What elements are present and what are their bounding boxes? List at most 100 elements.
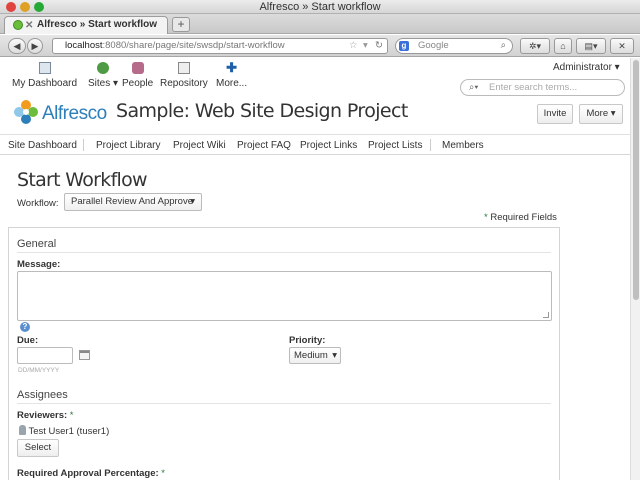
plus-icon: ✚ xyxy=(226,60,238,75)
maximize-window-button[interactable] xyxy=(34,2,44,12)
search-engine-name: Google xyxy=(418,40,449,51)
chevron-down-icon: ▾ xyxy=(611,62,620,73)
tools-button[interactable]: ✕ xyxy=(610,38,634,54)
bookmarks-button[interactable]: ▤▾ xyxy=(576,38,606,54)
section-divider xyxy=(17,403,551,404)
site-more-label: More xyxy=(586,108,609,119)
nav-divider xyxy=(83,139,84,151)
page-title: Start Workflow xyxy=(17,169,148,191)
reload-icon[interactable]: ↻ xyxy=(375,39,383,53)
window-titlebar: Alfresco » Start workflow xyxy=(0,0,640,14)
alfresco-flower-icon xyxy=(14,100,38,124)
forward-button[interactable]: ▶ xyxy=(27,38,43,54)
priority-label: Priority: xyxy=(289,335,326,346)
chevron-down-icon: ▾ xyxy=(110,78,119,89)
nav-my-dashboard-label: My Dashboard xyxy=(12,78,78,89)
nav-divider xyxy=(430,139,431,151)
google-icon: g xyxy=(399,41,409,51)
app-header: My Dashboard Sites ▾ People Repository ✚… xyxy=(0,58,630,134)
address-bar[interactable]: localhost:8080/share/page/site/swsdp/sta… xyxy=(52,38,388,54)
bookmark-star-icon[interactable]: ☆ xyxy=(349,39,358,53)
globe-icon xyxy=(97,62,110,74)
alfresco-logo[interactable]: Alfresco xyxy=(13,99,107,129)
required-fields-note: * Required Fields xyxy=(484,212,557,223)
minimize-window-button[interactable] xyxy=(20,2,30,12)
required-fields-text: Required Fields xyxy=(490,212,557,223)
workflow-value: Parallel Review And Approve xyxy=(71,196,193,207)
new-tab-button[interactable]: + xyxy=(172,17,190,32)
workflow-select[interactable]: Parallel Review And Approve ▾ xyxy=(64,193,202,211)
help-icon[interactable]: ? xyxy=(20,322,30,332)
url-path: :8080/share/page/site/swsdp/start-workfl… xyxy=(102,40,285,51)
close-tab-icon[interactable]: ✕ xyxy=(25,18,33,34)
search-icon[interactable]: ⌕ xyxy=(501,39,506,53)
repository-icon xyxy=(177,62,190,74)
browser-tab[interactable]: ✕ Alfresco » Start workflow xyxy=(4,16,168,34)
section-divider xyxy=(17,252,551,253)
sitenav-site-dashboard[interactable]: Site Dashboard xyxy=(8,140,77,151)
url-host: localhost xyxy=(65,40,103,51)
sitenav-members[interactable]: Members xyxy=(442,140,484,151)
select-reviewers-button[interactable]: Select xyxy=(17,439,59,457)
message-textarea[interactable] xyxy=(17,271,552,321)
workflow-label: Workflow: xyxy=(17,198,59,209)
logo-text: Alfresco xyxy=(42,103,107,124)
select-label: Select xyxy=(24,442,52,453)
chevron-down-icon: ▾ xyxy=(190,196,195,207)
browser-search-input[interactable]: g Google ⌕ xyxy=(395,38,513,54)
invite-button[interactable]: Invite xyxy=(537,104,573,124)
sitenav-project-wiki[interactable]: Project Wiki xyxy=(173,140,226,151)
nav-repository-label: Repository xyxy=(160,78,208,89)
people-icon xyxy=(131,62,144,74)
sitenav-project-lists[interactable]: Project Lists xyxy=(368,140,422,151)
due-date-input[interactable] xyxy=(17,347,73,364)
site-search-input[interactable]: ⌕▾ Enter search terms... xyxy=(460,79,625,96)
approval-percentage-label: Required Approval Percentage: * xyxy=(17,468,165,479)
user-menu[interactable]: Administrator ▾ xyxy=(553,62,620,73)
nav-sites-label: Sites xyxy=(88,78,111,89)
invite-label: Invite xyxy=(543,108,567,119)
form-panel xyxy=(8,227,560,480)
resize-grip-icon[interactable] xyxy=(543,312,549,318)
search-icon: ⌕▾ xyxy=(469,82,479,93)
sitenav-project-links[interactable]: Project Links xyxy=(300,140,357,151)
reviewer-entry: Test User1 (tuser1) xyxy=(19,425,109,437)
window-title: Alfresco » Start workflow xyxy=(259,1,381,13)
site-search-placeholder: Enter search terms... xyxy=(489,82,578,93)
reviewers-label: Reviewers: * xyxy=(17,410,74,421)
priority-select[interactable]: Medium ▾ xyxy=(289,347,341,364)
home-button[interactable]: ⌂ xyxy=(554,38,572,54)
nav-people-label: People xyxy=(122,78,154,89)
chevron-down-icon: ▾ xyxy=(332,350,337,361)
nav-sites[interactable]: Sites ▾ xyxy=(88,62,118,89)
site-more-button[interactable]: More ▾ xyxy=(579,104,623,124)
scrollbar-thumb[interactable] xyxy=(633,60,639,300)
close-window-button[interactable] xyxy=(6,2,16,12)
tab-label: Alfresco » Start workflow xyxy=(37,19,158,30)
site-title: Sample: Web Site Design Project xyxy=(116,100,408,122)
dropdown-arrow-icon[interactable]: ▾ xyxy=(363,39,368,53)
general-section-title: General xyxy=(17,238,57,250)
navigation-toolbar: ◀ ▶ localhost:8080/share/page/site/swsdp… xyxy=(0,35,640,57)
sitenav-project-faq[interactable]: Project FAQ xyxy=(237,140,291,151)
nav-more[interactable]: ✚ More... xyxy=(216,60,248,89)
nav-my-dashboard[interactable]: My Dashboard xyxy=(12,62,77,89)
calendar-icon[interactable] xyxy=(79,350,90,360)
site-navigation: Site Dashboard Project Library Project W… xyxy=(0,134,630,155)
nav-repository[interactable]: Repository xyxy=(160,62,208,89)
priority-value: Medium xyxy=(294,350,328,361)
page-scrollbar[interactable] xyxy=(630,58,640,480)
due-label: Due: xyxy=(17,335,39,346)
addons-button[interactable]: ✲▾ xyxy=(520,38,550,54)
due-date-hint: DD/MM/YYYY xyxy=(18,367,60,374)
assignees-section-title: Assignees xyxy=(17,389,68,401)
user-name: Administrator xyxy=(553,62,612,73)
nav-more-label: More... xyxy=(216,78,248,89)
message-label: Message: xyxy=(17,259,61,270)
chevron-down-icon: ▾ xyxy=(608,108,616,119)
tab-strip: ✕ Alfresco » Start workflow + xyxy=(0,14,640,34)
user-icon xyxy=(19,425,26,435)
nav-people[interactable]: People xyxy=(122,62,153,89)
sitenav-project-library[interactable]: Project Library xyxy=(96,140,160,151)
back-button[interactable]: ◀ xyxy=(8,38,26,54)
